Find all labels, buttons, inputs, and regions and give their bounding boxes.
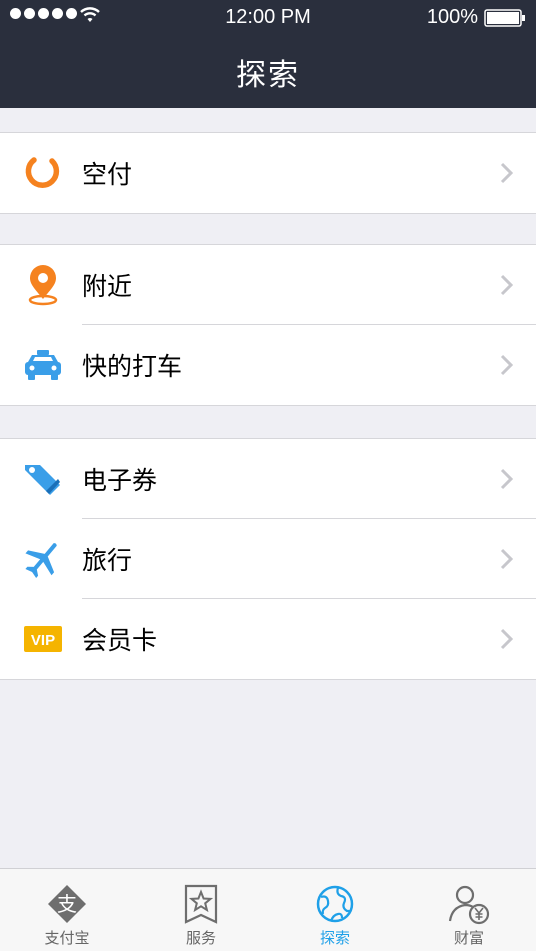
location-pin-icon (28, 265, 58, 306)
page-title: 探索 (236, 58, 300, 93)
chevron-right-icon (500, 548, 514, 570)
tab-label: 财富 (453, 929, 484, 947)
taxi-icon (25, 350, 61, 380)
menu-item-label: 旅行 (82, 546, 133, 575)
menu-item-label: 会员卡 (82, 626, 158, 655)
tab-service[interactable]: 服务 (134, 869, 268, 951)
battery-icon (484, 9, 525, 27)
svg-text:支: 支 (57, 892, 77, 916)
header: 12:00 PM 100% 探索 (0, 0, 536, 108)
battery-percent: 100% (426, 6, 478, 28)
menu-item-label: 空付 (82, 160, 133, 189)
kongfu-ring-icon (25, 157, 60, 188)
svg-text:VIP: VIP (31, 632, 55, 649)
menu-item-label: 电子券 (82, 466, 158, 495)
tab-label: 探索 (319, 929, 350, 947)
chevron-right-icon (500, 354, 514, 376)
alipay-icon: 支 (48, 885, 86, 923)
tab-label: 服务 (185, 929, 216, 947)
menu-group-3: 电子券 旅行 VIP 会员卡 (0, 438, 536, 680)
user-yen-icon (448, 885, 490, 925)
chevron-right-icon (500, 274, 514, 296)
menu-item-kongfu[interactable]: 空付 (0, 133, 536, 213)
menu-item-travel[interactable]: 旅行 (0, 519, 536, 599)
tab-alipay[interactable]: 支 支付宝 (0, 869, 134, 951)
menu-group-2: 附近 快的打车 (0, 244, 536, 406)
status-bar: 12:00 PM 100% (0, 0, 536, 36)
globe-icon (316, 885, 354, 923)
tab-wealth[interactable]: 财富 (402, 869, 536, 951)
vip-card-icon: VIP (24, 626, 62, 652)
airplane-icon (25, 543, 57, 579)
chevron-right-icon (500, 628, 514, 650)
chevron-right-icon (500, 468, 514, 490)
coupon-tag-icon (25, 465, 60, 495)
star-bookmark-icon (184, 884, 218, 924)
tab-label: 支付宝 (44, 929, 90, 947)
menu-item-label: 快的打车 (82, 352, 183, 381)
menu-item-taxi[interactable]: 快的打车 (0, 325, 536, 405)
menu-item-nearby[interactable]: 附近 (0, 245, 536, 325)
menu-item-label: 附近 (82, 272, 133, 301)
chevron-right-icon (500, 162, 514, 184)
tab-explore[interactable]: 探索 (268, 869, 402, 951)
tab-bar: 支 支付宝 服务 探索 财富 (0, 868, 536, 951)
menu-group-1: 空付 (0, 132, 536, 214)
menu-item-vip-card[interactable]: VIP 会员卡 (0, 599, 536, 679)
menu-item-coupon[interactable]: 电子券 (0, 439, 536, 519)
